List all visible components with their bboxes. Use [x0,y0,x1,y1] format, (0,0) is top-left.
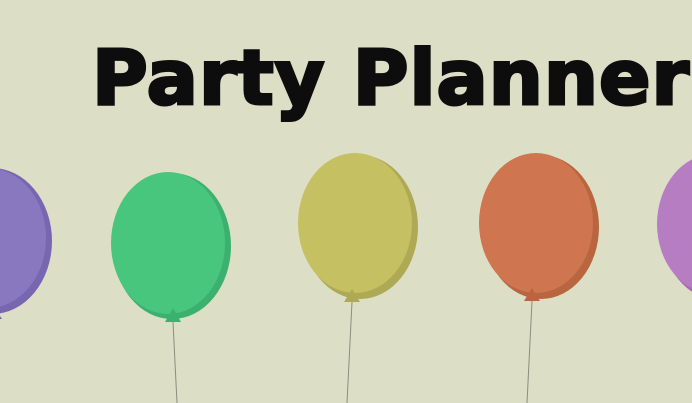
balloon-string [526,300,533,403]
balloon-yellow [298,153,418,403]
balloon-body [657,159,692,289]
balloon-body [479,153,593,293]
balloon-body [298,153,412,293]
balloon-purple [0,168,52,319]
balloon-row [0,153,692,403]
balloon-green [111,172,231,403]
party-planner-page: Party Planner [0,0,692,403]
balloon-body [111,172,225,314]
balloon-string [346,301,353,403]
balloon-string [172,321,178,403]
balloon-pink [657,159,692,292]
balloon-orange [479,153,599,403]
balloon-body [0,169,46,307]
